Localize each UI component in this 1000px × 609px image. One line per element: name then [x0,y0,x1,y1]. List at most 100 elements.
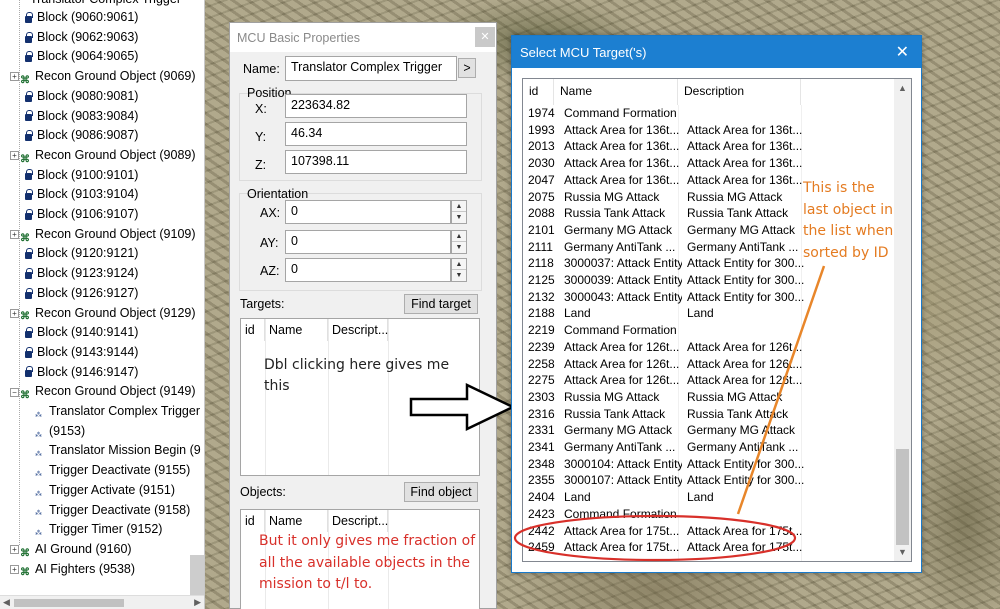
tree-vertical-scroll-thumb[interactable] [190,555,204,595]
tree-item[interactable]: ⁂ (9153) [32,422,85,442]
row-id: 2125 [528,273,555,287]
dialog-title: Select MCU Target('s) [512,36,921,68]
expand-toggle-icon[interactable]: + [10,72,19,82]
tree-item[interactable]: Block (9103:9104) [23,185,138,205]
expand-toggle-icon[interactable]: + [10,545,19,555]
tree-item[interactable]: ⁂ Translator Complex Trigger [32,402,200,422]
spin-up-icon[interactable]: ▲ [452,201,466,212]
tree-item[interactable]: Block (9143:9144) [23,343,138,363]
tree-item[interactable]: ⁂ Translator Mission Begin (9 [32,441,201,461]
col-description[interactable]: Description [678,79,801,105]
az-field[interactable]: 0 [285,258,451,282]
x-field[interactable]: 223634.82 [285,94,467,118]
tree-item[interactable]: ⁂ Trigger Deactivate (9158) [32,501,190,521]
spin-up-icon[interactable]: ▲ [452,231,466,242]
objects-col-description[interactable]: Descript... [328,510,388,532]
tree-item[interactable]: Block (9060:9061) [23,8,138,28]
target-list-row[interactable]: 2101 Germany MG Attack Germany MG Attack [523,222,805,239]
scroll-thumb[interactable] [14,599,124,607]
expand-toggle-icon[interactable]: + [10,564,19,574]
row-id: 2088 [528,206,555,221]
target-list-row[interactable]: 2088 Russia Tank Attack Russia Tank Attack [523,205,805,222]
tree-item[interactable]: Block (9083:9084) [23,107,138,127]
objects-col-id[interactable]: id [241,510,265,532]
tree-item-label: Block (9103:9104) [37,187,139,202]
tree-item[interactable]: Block (9126:9127) [23,284,138,304]
expand-toggle-icon[interactable]: − [10,387,19,397]
spin-down-icon[interactable]: ▼ [452,270,466,281]
z-field[interactable]: 107398.11 [285,150,467,174]
ay-spinner[interactable]: ▲ ▼ [451,230,467,254]
close-icon[interactable]: ✕ [896,42,909,62]
col-id[interactable]: id [523,79,554,105]
row-description [682,105,805,122]
tree-item[interactable]: Block (9123:9124) [23,264,138,284]
tree-item[interactable]: ⁂ Trigger Timer (9152) [32,520,162,540]
ay-field[interactable]: 0 [285,230,451,254]
tree-item[interactable]: + ⌘ Recon Ground Object (9129) [10,304,196,324]
tree-item[interactable]: Block (9106:9107) [23,205,138,225]
expand-toggle-icon[interactable]: + [10,230,19,240]
target-list-row[interactable]: 2075 Russia MG Attack Russia MG Attack [523,189,805,206]
scroll-right-icon[interactable]: ▶ [194,597,201,608]
row-id: 2101 [528,222,555,237]
list-vertical-scrollbar[interactable]: ▲ ▼ [894,79,911,561]
y-field[interactable]: 46.34 [285,122,467,146]
tree-item[interactable]: ⁂ Trigger Deactivate (9155) [32,461,190,481]
target-list-row[interactable]: 2013 Attack Area for 136t... Attack Area f… [523,138,805,155]
row-id: 2118 [528,256,554,271]
target-list-row[interactable]: 2111 Germany AntiTank ... Germany AntiTank… [523,239,805,256]
tree-item[interactable]: Block (9140:9141) [23,323,138,343]
objects-col-name[interactable]: Name [265,510,328,532]
orientation-label: Orientation [247,187,309,201]
tree-item[interactable]: + ⌘ Recon Ground Object (9089) [10,146,196,166]
target-list-row[interactable]: 1993 Attack Area for 136t... Attack Area f… [523,122,805,139]
target-list-row[interactable]: 1974 Command Formation [523,105,805,122]
tree-item[interactable]: Block (9080:9081) [23,87,138,107]
spin-down-icon[interactable]: ▼ [452,242,466,253]
tree-item[interactable]: Block (9146:9147) [23,363,138,383]
scroll-left-icon[interactable]: ◀ [3,597,10,608]
target-list-row[interactable]: 2047 Attack Area for 136t... Attack Area f… [523,172,805,189]
tree-item[interactable]: + ⌘ AI Fighters (9538) [10,560,135,580]
tree-item[interactable]: + ⌘ Recon Ground Object (9069) [10,67,196,87]
target-list-row[interactable]: 2030 Attack Area for 136t... Attack Area f… [523,155,805,172]
scroll-up-icon[interactable]: ▲ [894,83,911,93]
row-name: Attack Area for 126t... [564,339,680,354]
tree-item[interactable]: Block (9120:9121) [23,244,138,264]
ax-spinner[interactable]: ▲ ▼ [451,200,467,224]
scroll-thumb[interactable] [896,449,909,545]
block-icon [23,90,33,103]
deactivate-icon: ⁂ [35,510,42,518]
name-field[interactable]: Translator Complex Trigger [285,56,457,81]
spin-up-icon[interactable]: ▲ [452,259,466,270]
block-icon [23,189,33,201]
ax-field[interactable]: 0 [285,200,451,224]
tree-item[interactable]: ⁂ Trigger Activate (9151) [32,481,175,501]
find-object-button[interactable]: Find object [404,482,478,502]
tree-horizontal-scrollbar[interactable]: ◀ ▶ [0,595,204,609]
spin-down-icon[interactable]: ▼ [452,212,466,223]
tree-item[interactable]: Block (9100:9101) [23,166,138,186]
mission-object-tree[interactable]: Translator Complex Trigger Block (9060:9… [0,0,205,609]
targets-col-id[interactable]: id [241,319,265,341]
close-icon[interactable]: ✕ [475,27,495,47]
scroll-down-icon[interactable]: ▼ [894,547,911,557]
row-name: Attack Area for 136t... [564,172,680,187]
expand-toggle-icon[interactable]: + [10,151,19,161]
targets-label: Targets: [240,297,285,311]
tree-item[interactable]: − ⌘ Recon Ground Object (9149) [10,382,196,402]
tree-item[interactable]: + ⌘ AI Ground (9160) [10,540,132,560]
tree-item[interactable]: Block (9086:9087) [23,126,138,146]
tree-item[interactable]: + ⌘ Recon Ground Object (9109) [10,225,196,245]
find-target-button[interactable]: Find target [404,294,478,314]
targets-col-description[interactable]: Descript... [328,319,388,341]
tree-item[interactable]: Block (9064:9065) [23,47,138,67]
name-expand-button[interactable]: > [458,58,476,78]
az-spinner[interactable]: ▲ ▼ [451,258,467,282]
col-name[interactable]: Name [554,79,678,105]
az-label: AZ: [260,264,280,278]
expand-toggle-icon[interactable]: + [10,308,19,318]
tree-item[interactable]: Block (9062:9063) [23,28,138,48]
targets-col-name[interactable]: Name [265,319,328,341]
